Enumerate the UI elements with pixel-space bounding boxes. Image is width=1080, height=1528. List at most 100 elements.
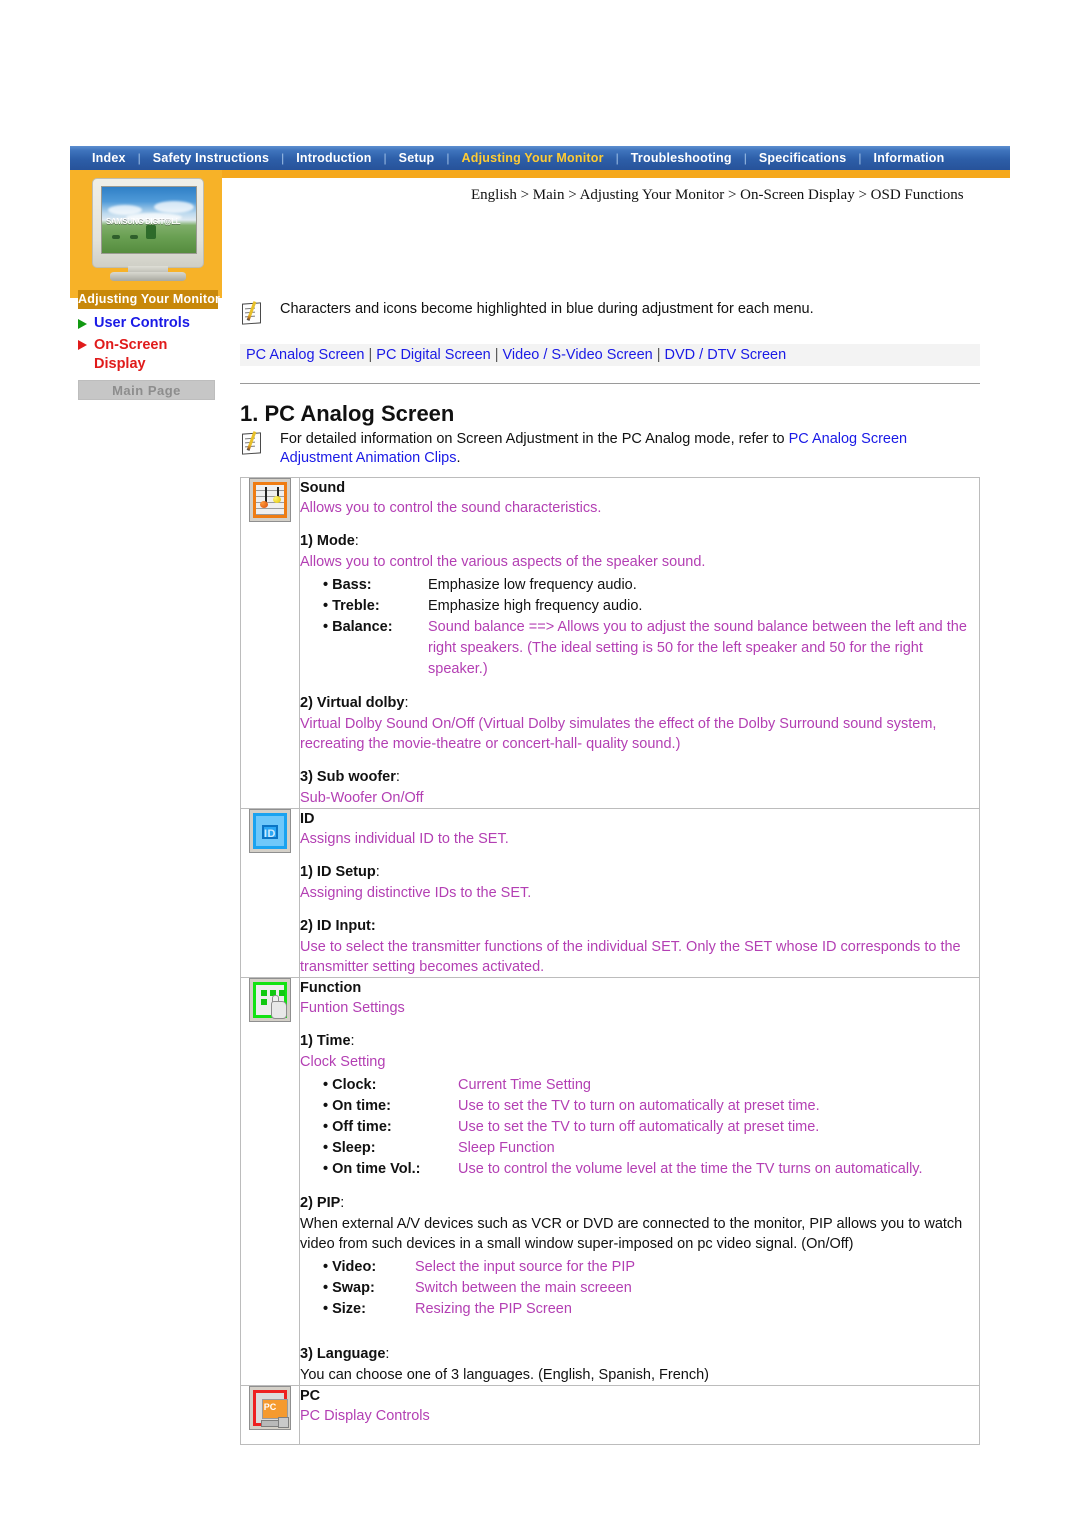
definition-term: • Clock: [323,1077,377,1093]
osd-functions-table: Sound Allows you to control the sound ch… [240,477,980,1445]
sidebar-item-user-controls[interactable]: User Controls [78,315,190,331]
nav-item-specifications[interactable]: Specifications [747,146,859,170]
function-pip-definitions: • Video: Select the input source for the… [323,1257,979,1320]
definition-term: • Size: [323,1301,366,1317]
link-video-s-video-screen[interactable]: Video / S-Video Screen [503,347,653,363]
sidebar-item-label-line2: Display [94,356,146,372]
definition-term: • On time Vol.: [323,1161,421,1177]
definition-term: • Swap: [323,1280,375,1296]
monitor-screen: SAMSUNG DIGIT@LL [101,186,197,254]
definition-row-swap: • Swap: Switch between the main screeen [323,1278,979,1299]
function-item1-desc: Clock Setting [300,1054,386,1070]
definition-desc: Use to set the TV to turn off automatica… [458,1119,820,1135]
definition-desc: Select the input source for the PIP [415,1259,636,1275]
sound-item2-desc: Virtual Dolby Sound On/Off (Virtual Dolb… [300,716,937,752]
sidebar-item-on-screen-display[interactable]: On-Screen Display [78,336,167,374]
definition-desc: Sound balance ==> Allows you to adjust t… [428,619,967,677]
body-cell-function: Function Funtion Settings 1) Time: Clock… [299,977,980,1386]
link-separator: | [368,347,373,363]
triangle-marker-icon [78,340,87,350]
id-item2-desc: Use to select the transmitter functions … [300,939,961,975]
breadcrumb: English > Main > Adjusting Your Monitor … [471,187,964,203]
nav-item-introduction[interactable]: Introduction [284,146,383,170]
sound-item3-desc: Sub-Woofer On/Off [300,790,424,806]
note-row-section: For detailed information on Screen Adjus… [240,430,980,480]
top-navigation-bar: Index | Safety Instructions | Introducti… [70,146,1010,170]
pc-desc: PC Display Controls [300,1408,430,1424]
table-row-id: ID ID Assigns individual ID to the SET. … [240,808,980,978]
definition-term: • Bass: [323,577,372,593]
definition-term: • Video: [323,1259,377,1275]
definition-desc: Emphasize high frequency audio. [428,598,643,614]
function-item2-label: 2) PIP: [300,1195,345,1211]
definition-desc: Current Time Setting [458,1077,591,1093]
link-pc-analog-screen[interactable]: PC Analog Screen [246,347,365,363]
nav-item-index[interactable]: Index [80,146,138,170]
body-cell-id: ID Assigns individual ID to the SET. 1) … [299,808,980,978]
nav-item-adjusting-your-monitor[interactable]: Adjusting Your Monitor [450,146,616,170]
link-pc-digital-screen[interactable]: PC Digital Screen [376,347,490,363]
definition-row-on-time-vol: • On time Vol.: Use to control the volum… [323,1159,979,1180]
definition-term: • Balance: [323,619,393,635]
definition-desc: Switch between the main screeen [415,1280,632,1296]
main-content: Characters and icons become highlighted … [240,300,980,336]
id-item1-label: 1) ID Setup: [300,864,380,880]
nav-item-setup[interactable]: Setup [387,146,447,170]
nav-item-information[interactable]: Information [862,146,957,170]
definition-row-video: • Video: Select the input source for the… [323,1257,979,1278]
table-row-pc: PC PC PC Display Controls [240,1385,980,1445]
function-item1-label: 1) Time: [300,1033,355,1049]
id-title: ID [300,811,315,827]
sound-item3-label: 3) Sub woofer: [300,769,400,785]
icon-cell-pc: PC [240,1385,300,1445]
function-item2-desc: When external A/V devices such as VCR or… [300,1216,963,1252]
link-dvd-dtv-screen[interactable]: DVD / DTV Screen [665,347,787,363]
screen-mode-link-bar: PC Analog Screen | PC Digital Screen | V… [240,344,980,366]
sound-mode-definitions: • Bass: Emphasize low frequency audio. •… [323,575,979,680]
id-item1-desc: Assigning distinctive IDs to the SET. [300,885,532,901]
icon-cell-function [240,977,300,1386]
definition-row-balance: • Balance: Sound balance ==> Allows you … [323,617,979,680]
sound-item1-label: 1) Mode: [300,533,359,549]
notepad-pencil-icon [240,301,266,325]
function-item3-desc: You can choose one of 3 languages. (Engl… [300,1367,709,1383]
note-row-top: Characters and icons become highlighted … [240,300,980,325]
link-separator: | [656,347,661,363]
notepad-pencil-icon [240,431,266,455]
main-page-button[interactable]: Main Page [78,380,215,400]
body-cell-pc: PC PC Display Controls [299,1385,980,1445]
definition-row-bass: • Bass: Emphasize low frequency audio. [323,575,979,596]
definition-term: • Sleep: [323,1140,376,1156]
id-icon: ID [249,809,291,853]
sidebar-section-caption: Adjusting Your Monitor [78,290,220,309]
monitor-screen-text: SAMSUNG DIGIT@LL [106,217,181,226]
definition-desc: Resizing the PIP Screen [415,1301,572,1317]
definition-desc: Emphasize low frequency audio. [428,577,637,593]
section-note-prefix: For detailed information on Screen Adjus… [280,431,789,447]
definition-desc: Use to control the volume level at the t… [458,1161,923,1177]
monitor-thumbnail-image: SAMSUNG DIGIT@LL [84,176,212,288]
monitor-base [110,272,186,281]
section-note-text: For detailed information on Screen Adjus… [280,430,980,468]
definition-term: • Off time: [323,1119,392,1135]
definition-term: • On time: [323,1098,391,1114]
function-desc: Funtion Settings [300,1000,405,1016]
icon-cell-sound [240,477,300,809]
definition-row-sleep: • Sleep: Sleep Function [323,1138,979,1159]
definition-row-clock: • Clock: Current Time Setting [323,1075,979,1096]
sound-title: Sound [300,480,346,496]
table-row-sound: Sound Allows you to control the sound ch… [240,477,980,809]
id-desc: Assigns individual ID to the SET. [300,831,509,847]
nav-item-safety-instructions[interactable]: Safety Instructions [141,146,281,170]
nav-item-troubleshooting[interactable]: Troubleshooting [619,146,744,170]
body-cell-sound: Sound Allows you to control the sound ch… [299,477,980,809]
function-time-definitions: • Clock: Current Time Setting • On time:… [323,1075,979,1180]
page-title: 1. PC Analog Screen [240,401,455,426]
pc-title: PC [300,1388,321,1404]
definition-row-on-time: • On time: Use to set the TV to turn on … [323,1096,979,1117]
monitor-bezel: SAMSUNG DIGIT@LL [92,178,204,268]
sidebar-item-label: User Controls [94,315,190,331]
pc-icon: PC [249,1386,291,1430]
sound-item1-desc: Allows you to control the various aspect… [300,554,706,570]
icon-cell-id: ID [240,808,300,978]
